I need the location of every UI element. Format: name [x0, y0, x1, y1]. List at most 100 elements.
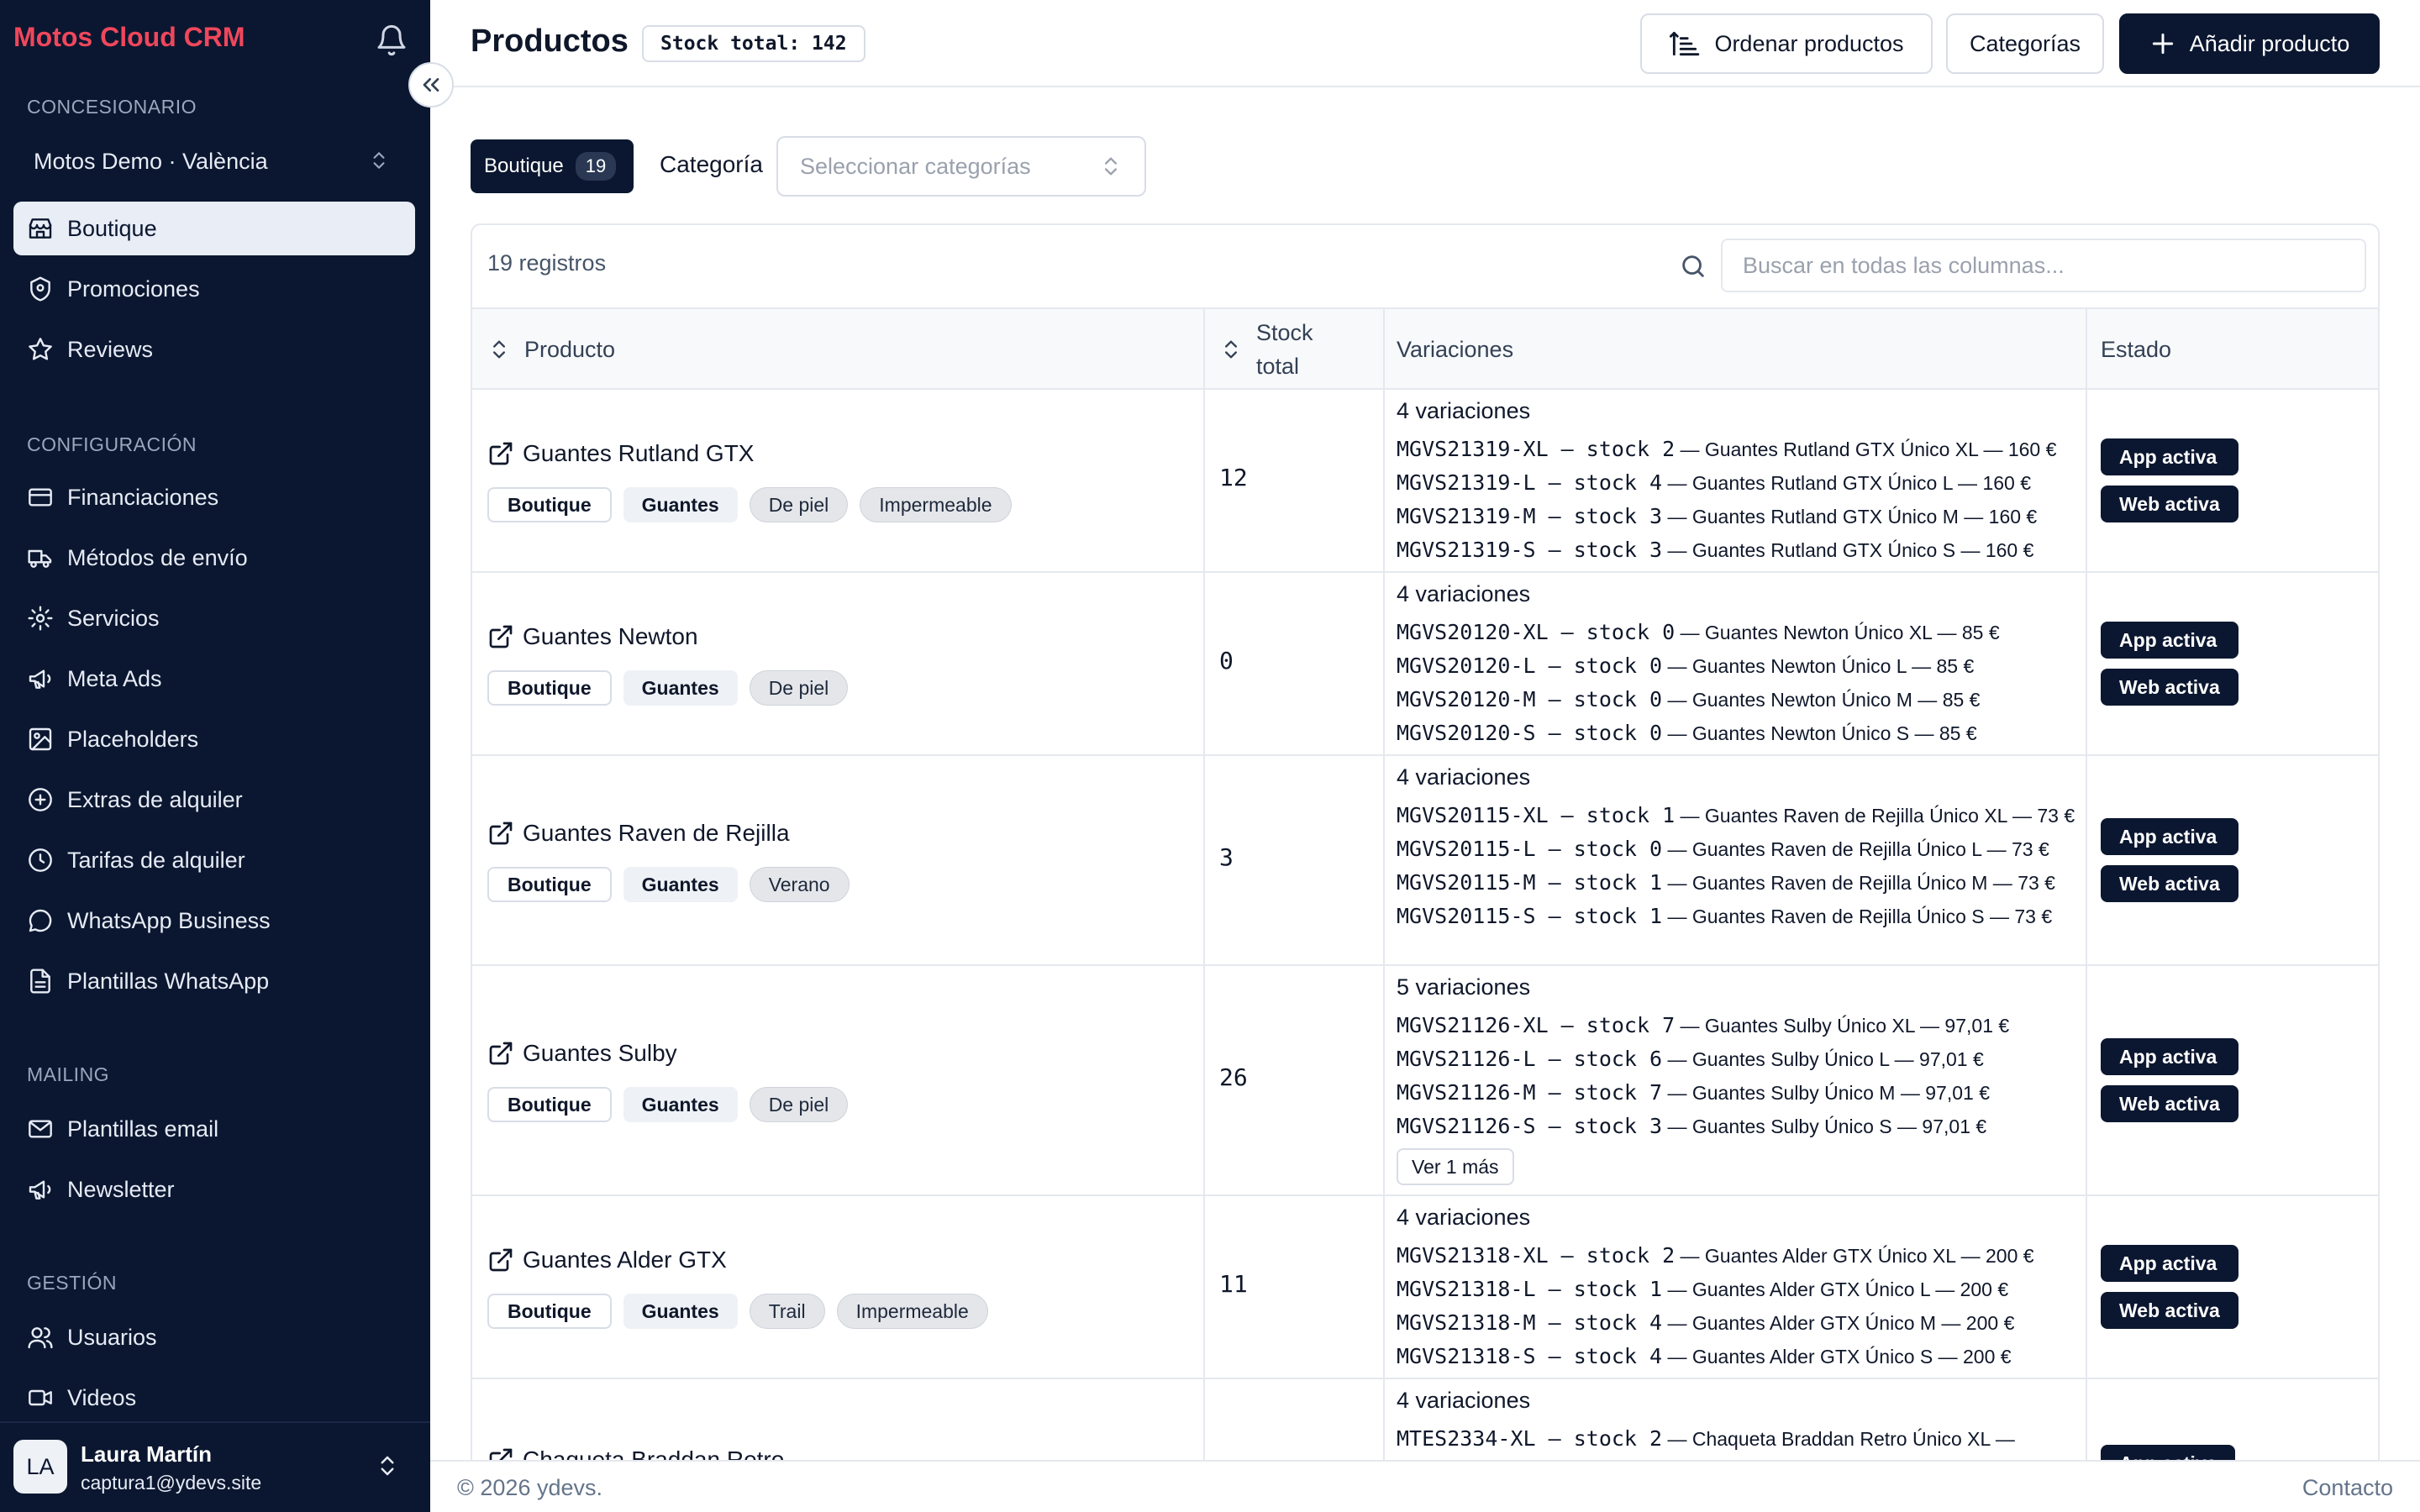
product-tag: Guantes — [623, 487, 738, 522]
sidebar-item-videos[interactable]: Videos — [13, 1371, 415, 1425]
sidebar-item-plantillas-email[interactable]: Plantillas email — [13, 1102, 415, 1156]
sidebar-item-financiaciones[interactable]: Financiaciones — [13, 470, 415, 524]
add-product-button[interactable]: Añadir producto — [2119, 13, 2380, 74]
sidebar-item-whatsapp-business[interactable]: WhatsApp Business — [13, 894, 415, 948]
sidebar-item-placeholders[interactable]: Placeholders — [13, 712, 415, 766]
variations-cell: 4 variaciones MGVS21319-XL — stock 2 — G… — [1397, 398, 2086, 567]
section-label-concesionario: CONCESIONARIO — [27, 96, 197, 118]
footer-contact-link[interactable]: Contacto — [2302, 1475, 2393, 1501]
sidebar-item-meta-ads[interactable]: Meta Ads — [13, 652, 415, 706]
stock-value: 12 — [1219, 464, 1248, 491]
star-icon — [29, 338, 52, 360]
boutique-filter-tag[interactable]: Boutique 19 — [471, 139, 634, 193]
bell-icon[interactable] — [375, 24, 408, 57]
column-header-label: Producto — [524, 336, 616, 362]
variation-desc: — Guantes Sulby Único M — 97,01 € — [1662, 1082, 1990, 1104]
status-badge-app: App activa — [2101, 438, 2238, 475]
product-link[interactable]: Guantes Newton — [487, 623, 698, 650]
add-product-label: Añadir producto — [2189, 30, 2350, 56]
variation-code: MGVS21126-S — stock 3 — [1397, 1114, 1663, 1138]
variation-desc: — Guantes Sulby Único S — 97,01 € — [1662, 1116, 1987, 1137]
status-cell: App activa Web activa — [2101, 438, 2238, 533]
variation-desc: — Guantes Alder GTX Único M — 200 € — [1662, 1312, 2015, 1334]
product-tag: Impermeable — [860, 487, 1012, 522]
sidebar-item-label: Usuarios — [67, 1324, 157, 1350]
categories-label: Categorías — [1969, 30, 2081, 56]
product-link[interactable]: Guantes Raven de Rejilla — [487, 820, 790, 847]
brand-logo[interactable]: Motos Cloud CRM — [13, 22, 245, 53]
variations-cell: 4 variaciones MTES2334-XL — stock 2 — Ch… — [1397, 1388, 2086, 1456]
sidebar-item-plantillas-whatsapp[interactable]: Plantillas WhatsApp — [13, 954, 415, 1008]
variation-code: MGVS20115-M — stock 1 — [1397, 870, 1663, 895]
variation-desc: — Guantes Newton Único S — 85 € — [1662, 722, 1977, 744]
variations-count: 4 variaciones — [1397, 581, 1531, 606]
variation-desc: — Guantes Raven de Rejilla Único S — 73 … — [1662, 906, 2053, 927]
variation-desc: — Guantes Rutland GTX Único S — 160 € — [1662, 539, 2034, 561]
variation-code: MGVS21318-S — stock 4 — [1397, 1344, 1663, 1368]
product-link[interactable]: Guantes Alder GTX — [487, 1247, 727, 1273]
variation-code: MGVS20115-L — stock 0 — [1397, 837, 1663, 861]
categories-button[interactable]: Categorías — [1946, 13, 2104, 74]
sidebar-item-metodos-envio[interactable]: Métodos de envío — [13, 531, 415, 585]
sidebar-item-promociones[interactable]: Promociones — [13, 262, 415, 316]
variation-code: MGVS20120-L — stock 0 — [1397, 654, 1663, 678]
sidebar-item-newsletter[interactable]: Newsletter — [13, 1163, 415, 1216]
variation-code: MGVS20115-XL — stock 1 — [1397, 803, 1676, 827]
search-input[interactable] — [1721, 239, 2366, 292]
sidebar-item-label: Boutique — [67, 215, 157, 241]
external-link-icon — [489, 1248, 513, 1272]
dealer-selector[interactable]: Motos Demo · València — [15, 138, 410, 185]
product-name: Guantes Newton — [523, 623, 698, 649]
plus-circle-icon — [29, 788, 52, 811]
variations-cell: 4 variaciones MGVS20120-XL — stock 0 — G… — [1397, 581, 2086, 750]
collapse-sidebar-button[interactable] — [408, 62, 454, 108]
sort-toggle-icon — [1225, 340, 1237, 359]
variation-code: MGVS21318-L — stock 1 — [1397, 1277, 1663, 1301]
variations-count: 5 variaciones — [1397, 974, 1531, 1000]
sidebar-item-reviews[interactable]: Reviews — [13, 323, 415, 376]
status-cell: App activa Web activa — [2101, 1245, 2238, 1339]
product-link[interactable]: Guantes Sulby — [487, 1040, 677, 1067]
chevron-up-down-icon — [381, 1456, 394, 1476]
table-row: Guantes Rutland GTX Boutique Guantes De … — [472, 390, 2378, 573]
avatar: LA — [13, 1440, 67, 1494]
sidebar-item-boutique[interactable]: Boutique — [13, 202, 415, 255]
product-link[interactable]: Guantes Rutland GTX — [487, 440, 754, 467]
product-tag: De piel — [749, 487, 849, 522]
user-menu[interactable]: LA Laura Martín captura1@ydevs.site — [0, 1421, 430, 1512]
stock-value: 3 — [1219, 843, 1234, 871]
variation-desc: — Guantes Sulby Único XL — 97,01 € — [1675, 1015, 2010, 1037]
sidebar-item-extras-alquiler[interactable]: Extras de alquiler — [13, 773, 415, 827]
stock-value: 26 — [1219, 1063, 1248, 1091]
sidebar-item-label: Tarifas de alquiler — [67, 847, 245, 873]
product-tag: Trail — [749, 1294, 825, 1329]
category-placeholder: Seleccionar categorías — [800, 153, 1031, 179]
records-count: 19 registros — [487, 250, 607, 276]
show-more-variations-button[interactable]: Ver 1 más — [1397, 1148, 1514, 1185]
sort-toggle-icon — [493, 340, 505, 359]
product-tag: Guantes — [623, 1294, 738, 1329]
product-tag: Boutique — [487, 1087, 612, 1122]
variations-cell: 4 variaciones MGVS21318-XL — stock 2 — G… — [1397, 1205, 2086, 1373]
sidebar-item-servicios[interactable]: Servicios — [13, 591, 415, 645]
sidebar-item-tarifas-alquiler[interactable]: Tarifas de alquiler — [13, 833, 415, 887]
sidebar-item-label: Newsletter — [67, 1176, 175, 1202]
variation-desc: — Guantes Newton Único M — 85 € — [1662, 689, 1981, 711]
variation-desc: — Guantes Newton Único XL — 85 € — [1675, 622, 2000, 643]
column-header-stock[interactable]: Stock total — [1219, 309, 1313, 390]
file-icon — [30, 969, 50, 994]
table-row: Guantes Sulby Boutique Guantes De piel 2… — [472, 966, 2378, 1196]
sidebar-item-usuarios[interactable]: Usuarios — [13, 1310, 415, 1364]
variation-desc: — Guantes Rutland GTX Único XL — 160 € — [1675, 438, 2057, 460]
variation-desc: — Guantes Alder GTX Único XL — 200 € — [1675, 1245, 2034, 1267]
variation-desc: — Guantes Alder GTX Único S — 200 € — [1662, 1346, 2012, 1368]
sort-products-button[interactable]: Ordenar productos — [1640, 13, 1933, 74]
image-icon — [29, 727, 52, 751]
column-header-product[interactable]: Producto — [487, 309, 615, 390]
status-badge-app: App activa — [2101, 1038, 2238, 1075]
status-cell: App activa Web activa — [2101, 622, 2238, 716]
column-header-variations: Variaciones — [1397, 309, 1513, 390]
sidebar-item-label: Métodos de envío — [67, 544, 248, 570]
gear-icon — [28, 606, 53, 631]
category-select[interactable]: Seleccionar categorías — [776, 136, 1146, 197]
